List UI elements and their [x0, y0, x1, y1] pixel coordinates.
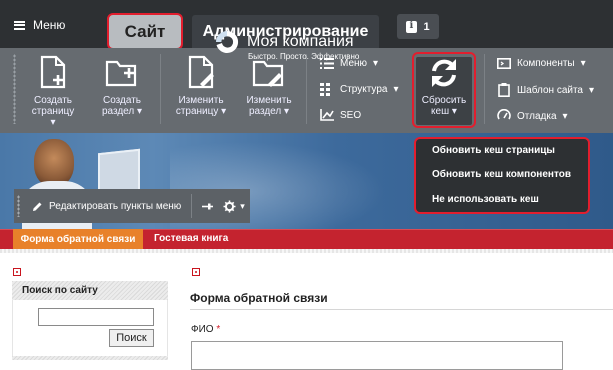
- edit-section-button[interactable]: Изменить раздел ▾: [243, 54, 295, 129]
- debug-dropdown[interactable]: Отладка ▾: [497, 109, 568, 123]
- title-divider: [190, 309, 613, 310]
- company-slogan: Быстро. Просто. Эффективно: [248, 52, 360, 61]
- company-name[interactable]: Моя компания: [247, 33, 354, 51]
- info-icon: [406, 20, 418, 33]
- edit-area-marker-icon[interactable]: [13, 268, 21, 276]
- edit-section-label-2: раздел: [248, 106, 282, 117]
- menu-item-refresh-page-cache[interactable]: Обновить кеш страницы: [432, 145, 555, 156]
- new-page-icon: [40, 55, 66, 89]
- edit-area-marker-icon[interactable]: [192, 268, 200, 276]
- toolbar-divider: [160, 54, 161, 124]
- notifications-count: 1: [423, 20, 430, 33]
- nav-item-guestbook[interactable]: Гостевая книга: [154, 233, 228, 244]
- components-label: Компоненты: [517, 58, 575, 69]
- pin-button[interactable]: [201, 201, 214, 212]
- edit-section-label-1: Изменить: [246, 95, 292, 106]
- toolbar-divider: [484, 54, 485, 124]
- create-section-label-2: раздел: [101, 106, 135, 117]
- reset-cache-highlight: [412, 52, 476, 128]
- components-icon: [497, 58, 511, 69]
- chart-icon: [320, 109, 334, 121]
- site-template-dropdown[interactable]: Шаблон сайта ▾: [497, 83, 594, 97]
- create-section-button[interactable]: Создать раздел ▾: [97, 54, 147, 129]
- create-section-label-1: Создать: [102, 95, 141, 106]
- edit-page-button[interactable]: Изменить страницу ▾: [173, 54, 229, 129]
- banner-person-image: [34, 139, 74, 187]
- menu-button[interactable]: Меню: [14, 18, 65, 32]
- chevron-down-icon: ▾: [240, 200, 245, 211]
- site-template-label: Шаблон сайта: [517, 84, 583, 96]
- debug-label: Отладка: [517, 110, 557, 122]
- fio-field[interactable]: [191, 341, 563, 370]
- fio-field-label: ФИО *: [191, 324, 220, 335]
- toolbar-grip[interactable]: [13, 54, 16, 124]
- template-icon: [498, 83, 510, 97]
- nav-divider: [0, 249, 613, 253]
- search-button[interactable]: Поиск: [109, 329, 154, 347]
- tab-site[interactable]: Сайт: [107, 13, 183, 50]
- pencil-icon: [33, 202, 42, 211]
- search-widget-title: Поиск по сайту: [22, 285, 98, 296]
- structure-dropdown[interactable]: Структура ▾: [320, 83, 398, 96]
- reset-cache-menu: Обновить кеш страницы Обновить кеш компо…: [414, 137, 590, 214]
- required-mark: *: [216, 324, 221, 335]
- settings-button[interactable]: ▾: [223, 200, 245, 213]
- page-title: Форма обратной связи: [190, 291, 328, 305]
- gear-icon: [223, 200, 236, 212]
- gauge-icon: [497, 109, 511, 120]
- create-page-button[interactable]: Создать страницу ▾: [28, 54, 78, 129]
- toolbar-divider: [306, 54, 307, 124]
- create-page-label-1: Создать: [33, 95, 72, 106]
- components-dropdown[interactable]: Компоненты ▾: [497, 58, 586, 69]
- edit-menu-panel: Редактировать пункты меню ▾: [14, 189, 250, 223]
- menu-item-refresh-components-cache[interactable]: Обновить кеш компонентов: [432, 169, 571, 180]
- edit-page-label-2: страницу: [175, 106, 219, 117]
- panel-grip[interactable]: [17, 195, 20, 217]
- pin-icon: [202, 203, 214, 209]
- edit-menu-items-button[interactable]: Редактировать пункты меню: [32, 201, 181, 212]
- edit-page-icon: [188, 55, 214, 89]
- hamburger-icon: [14, 20, 25, 30]
- company-logo-icon: [216, 30, 239, 53]
- edit-menu-items-label: Редактировать пункты меню: [49, 200, 182, 212]
- menu-item-disable-cache[interactable]: Не использовать кеш: [432, 194, 539, 205]
- notifications-button[interactable]: 1: [397, 14, 439, 39]
- structure-icon: [320, 83, 330, 96]
- edit-page-label-1: Изменить: [178, 95, 224, 106]
- search-widget-footer: [12, 356, 168, 360]
- nav-item-feedback-form[interactable]: Форма обратной связи: [13, 229, 143, 249]
- fio-label-text: ФИО: [191, 324, 214, 335]
- seo-button[interactable]: SEO: [320, 109, 361, 121]
- new-folder-icon: [105, 60, 137, 87]
- panel-divider: [191, 194, 193, 218]
- menu-label: Меню: [33, 18, 66, 32]
- structure-dropdown-label: Структура: [340, 84, 388, 95]
- create-page-label-2: страницу: [31, 106, 75, 117]
- site-search-input[interactable]: [38, 308, 154, 326]
- seo-label: SEO: [340, 109, 362, 121]
